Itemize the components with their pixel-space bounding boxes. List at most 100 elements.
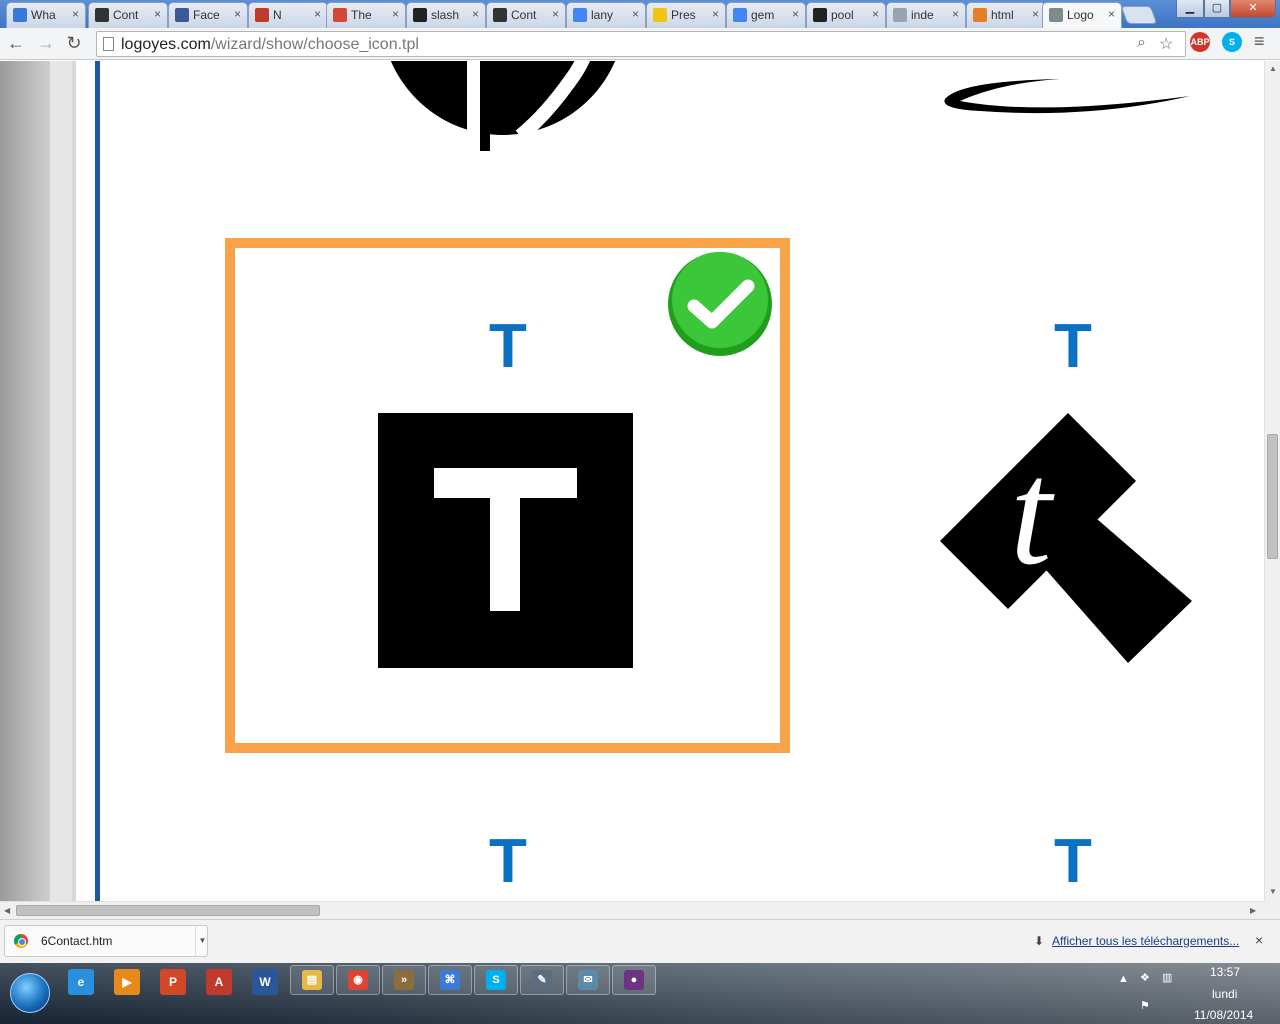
clock-day[interactable]: lundi [1212,987,1237,1001]
start-button[interactable] [10,973,50,1013]
tab-close-icon[interactable]: × [552,7,559,21]
chrome-menu-icon[interactable]: ≡ [1254,31,1265,52]
tab-strip: Wha × Cont × Face × N × The × slash × Cont × lany × Pres… [0,0,1280,29]
media-player-icon[interactable]: ▶ [114,969,140,995]
left-rule [72,61,76,901]
tab-11[interactable]: pool × [806,2,886,28]
address-bar[interactable]: logoyes.com/wizard/show/choose_icon.tpl … [96,31,1186,57]
forward-arrow-icon: → [37,33,55,53]
back-button[interactable]: ← [4,32,28,56]
taskbar-button-terminal[interactable]: » [382,965,426,995]
minimize-button[interactable]: ▁ [1176,0,1204,18]
taskbar-button-remote-desktop[interactable]: ⌘ [428,965,472,995]
facebook-icon [175,8,189,22]
vertical-scroll-thumb[interactable] [1267,434,1278,559]
maximize-button[interactable]: ▢ [1204,0,1230,18]
compass-icon [13,8,27,22]
scroll-corner [1264,901,1280,919]
tab-close-icon[interactable]: × [632,7,639,21]
icon-option-swoosh[interactable] [940,61,1200,121]
download-menu-button[interactable]: ▼ [195,926,209,956]
tab-close-icon[interactable]: × [314,7,321,21]
tab-2[interactable]: Cont × [88,2,168,28]
url-text[interactable]: logoyes.com/wizard/show/choose_icon.tpl [121,36,419,54]
tab-1[interactable]: Wha × [6,2,86,28]
internet-explorer-icon[interactable]: e [68,969,94,995]
tab-close-icon[interactable]: × [1032,7,1039,21]
tab-label: The [351,8,372,22]
vertical-scrollbar[interactable]: ▲ ▼ [1264,61,1280,901]
dropbox-icon[interactable]: ❖ [1140,971,1150,984]
scroll-left-icon[interactable]: ◀ [4,906,10,915]
google-icon [573,8,587,22]
taskbar-button-chrome[interactable]: ◉ [336,965,380,995]
close-downloads-button[interactable]: × [1255,932,1263,948]
pdf-icon[interactable]: A [206,969,232,995]
forward-button[interactable]: → [34,32,58,56]
taskbar-button-paint[interactable]: ✎ [520,965,564,995]
download-file-name: 6Contact.htm [41,934,113,948]
scroll-right-icon[interactable]: ▶ [1250,906,1256,915]
tab-close-icon[interactable]: × [154,7,161,21]
horizontal-scroll-thumb[interactable] [16,905,320,916]
github-icon [813,8,827,22]
tab-4[interactable]: N × [248,2,328,28]
adblock-plus-icon[interactable]: ABP [1190,32,1210,52]
tab-close-icon[interactable]: × [72,7,79,21]
new-tab-button[interactable] [1120,6,1158,24]
bookmark-star-icon[interactable]: ☆ [1159,34,1173,54]
globe-icon [1049,8,1063,22]
reload-button[interactable]: ↻ [62,32,86,56]
taskbar-button-record[interactable]: ● [612,965,656,995]
skype-icon[interactable]: S [1222,32,1242,52]
horizontal-scrollbar[interactable]: ◀ ▶ [0,901,1264,919]
tab-close-icon[interactable]: × [952,7,959,21]
tab-label: inde [911,8,934,22]
tab-8[interactable]: lany × [566,2,646,28]
url-path: /wizard/show/choose_icon.tpl [210,36,419,53]
tab-close-icon[interactable]: × [472,7,479,21]
tab-14[interactable]: Logo × [1042,2,1122,29]
icon-option-diamond-t[interactable]: t [940,413,1195,668]
tab-12[interactable]: inde × [886,2,966,28]
window-close-button[interactable]: ✕ [1230,0,1276,18]
word-icon[interactable]: W [252,969,278,995]
tab-close-icon[interactable]: × [712,7,719,21]
clock-date[interactable]: 11/08/2014 [1194,1008,1253,1022]
reload-icon: ↻ [66,33,82,53]
scroll-down-icon[interactable]: ▼ [1269,887,1277,896]
tab-3[interactable]: Face × [168,2,248,28]
tab-close-icon[interactable]: × [792,7,799,21]
tab-close-icon[interactable]: × [234,7,241,21]
download-item[interactable]: 6Contact.htm ▼ [4,925,208,957]
tab-label: Cont [511,8,537,22]
icon-option-circle-t[interactable] [375,61,635,151]
tab-close-icon[interactable]: × [872,7,879,21]
tab-7[interactable]: Cont × [486,2,566,28]
zoom-icon[interactable]: ⌕ [1137,34,1146,52]
blue-rule [95,61,100,901]
network-icon[interactable]: ▥ [1162,971,1172,984]
action-center-flag-icon[interactable]: ⚑ [1140,999,1150,1012]
scroll-up-icon[interactable]: ▲ [1269,64,1277,73]
url-host: logoyes.com [121,36,211,53]
tab-6[interactable]: slash × [406,2,486,28]
google-icon [733,8,747,22]
paint-icon: ✎ [532,970,552,990]
taskbar-button-skype[interactable]: S [474,965,518,995]
tab-9[interactable]: Pres × [646,2,726,28]
tab-13[interactable]: html × [966,2,1046,28]
taskbar-button-mail[interactable]: ✉ [566,965,610,995]
tray-expand-icon[interactable]: ▲ [1118,973,1129,985]
tab-close-icon[interactable]: × [392,7,399,21]
icon-option-square-t[interactable] [378,413,633,668]
explorer-icon: ▤ [302,970,322,990]
show-all-downloads-link[interactable]: Afficher tous les téléchargements... [1052,934,1239,948]
tab-label: Cont [113,8,139,22]
clock-time[interactable]: 13:57 [1210,965,1240,979]
taskbar-button-explorer[interactable]: ▤ [290,965,334,995]
tab-close-icon[interactable]: × [1108,7,1115,21]
tab-10[interactable]: gem × [726,2,806,28]
powerpoint-icon[interactable]: P [160,969,186,995]
tab-5[interactable]: The × [326,2,406,28]
